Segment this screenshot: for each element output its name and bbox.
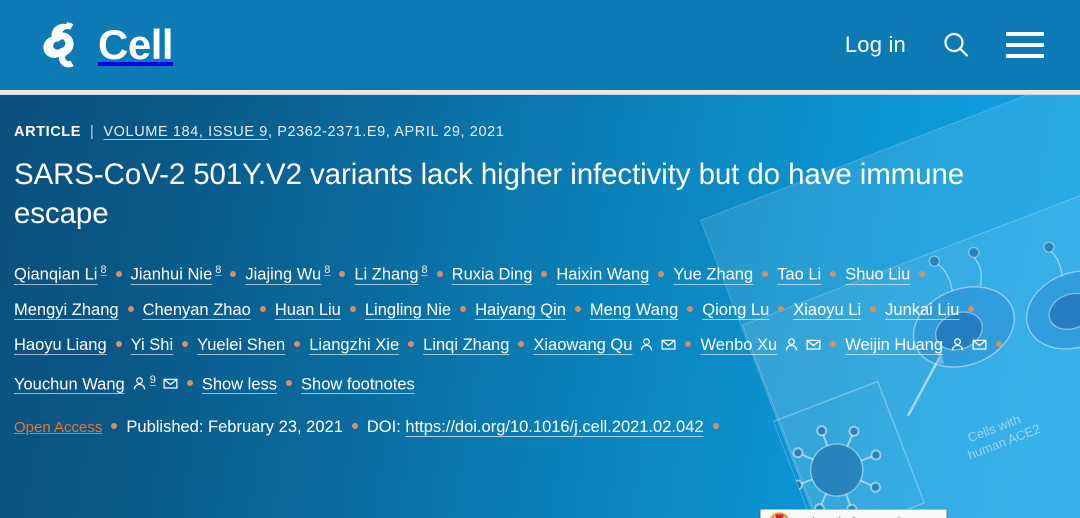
email-icon[interactable]: [661, 337, 676, 352]
author-link[interactable]: Li Zhang: [354, 266, 418, 284]
meta-separator-dot: [111, 423, 118, 429]
show-footnotes-link[interactable]: Show footnotes: [301, 375, 415, 393]
author-link[interactable]: Haixin Wang: [556, 266, 649, 284]
article-hero-content: ARTICLE | VOLUME 184, ISSUE 9 , P2362-23…: [14, 95, 1066, 518]
author-separator-dot: [436, 270, 443, 277]
author-separator-dot: [830, 270, 837, 277]
author-footnote-marker[interactable]: 8: [422, 264, 428, 276]
header-divider: [0, 90, 1080, 95]
author-separator-dot: [294, 340, 301, 347]
author-separator-dot: [286, 380, 293, 387]
author-separator-dot: [919, 270, 926, 277]
hamburger-bars: [1006, 32, 1044, 58]
email-icon[interactable]: [972, 337, 987, 352]
author-link[interactable]: Haoyu Liang: [14, 336, 107, 354]
author-profile-icon[interactable]: [639, 337, 654, 352]
author-separator-dot: [658, 270, 665, 277]
author-profile-icon[interactable]: [132, 376, 147, 391]
author-link[interactable]: Chenyan Zhao: [143, 301, 251, 319]
author-separator-dot: [968, 305, 975, 312]
author-link[interactable]: Liangzhi Xie: [309, 336, 399, 354]
author-profile-icon[interactable]: [950, 337, 965, 352]
breadcrumb-separator: |: [90, 124, 95, 140]
author-separator-dot: [408, 340, 415, 347]
author-separator-dot: [870, 305, 877, 312]
author-separator-dot: [259, 305, 266, 312]
author-separator-dot: [127, 305, 134, 312]
breadcrumb-volume-issue-link[interactable]: VOLUME 184, ISSUE 9: [103, 124, 268, 140]
hamburger-menu-icon[interactable]: [1006, 32, 1044, 58]
doi-link[interactable]: https://doi.org/10.1016/j.cell.2021.02.0…: [405, 418, 703, 437]
author-link[interactable]: Xiaoyu Li: [793, 301, 861, 319]
author-link[interactable]: Xiaowang Qu: [533, 336, 632, 354]
breadcrumb: ARTICLE | VOLUME 184, ISSUE 9 , P2362-23…: [14, 124, 504, 140]
author-separator-dot: [996, 340, 1003, 347]
author-separator-dot: [230, 270, 237, 277]
author-link[interactable]: Junkai Liu: [885, 301, 959, 319]
author-link[interactable]: Qianqian Li: [14, 266, 97, 284]
author-link[interactable]: Yi Shi: [131, 336, 174, 354]
header-actions: Log in: [845, 29, 1044, 61]
show-less-link[interactable]: Show less: [202, 375, 277, 393]
cell-elsevier-logo-icon: [36, 21, 82, 69]
author-link[interactable]: Yuelei Shen: [197, 336, 285, 354]
author-separator-dot: [182, 340, 189, 347]
crossmark-bookmark-icon: [768, 511, 791, 518]
author-separator-dot: [778, 305, 785, 312]
author-link[interactable]: Wenbo Xu: [700, 336, 777, 354]
author-link[interactable]: Jianhui Nie: [131, 266, 213, 284]
meta-separator-dot: [712, 423, 719, 429]
article-hero-banner: Cells with human ACE2 Cells wit In d nor…: [0, 95, 1080, 518]
author-link[interactable]: Meng Wang: [590, 301, 678, 319]
author-separator-dot: [762, 270, 769, 277]
author-link[interactable]: Tao Li: [777, 266, 821, 284]
author-footnote-marker[interactable]: 8: [215, 264, 221, 276]
meta-separator-dot: [351, 423, 358, 429]
author-link[interactable]: Weijin Huang: [845, 336, 943, 354]
page-title: SARS-CoV-2 501Y.V2 variants lack higher …: [14, 158, 965, 231]
author-separator-dot: [574, 305, 581, 312]
article-meta-row: Open Access Published: February 23, 2021…: [14, 418, 728, 437]
login-link[interactable]: Log in: [845, 32, 906, 58]
author-separator-dot: [349, 305, 356, 312]
cell-home-link[interactable]: Cell: [36, 21, 174, 69]
breadcrumb-pages-date: , P2362-2371.E9, APRIL 29, 2021: [267, 124, 505, 140]
author-separator-dot: [460, 305, 467, 312]
author-footnote-marker[interactable]: 8: [100, 264, 106, 276]
author-link[interactable]: Youchun Wang: [14, 375, 125, 393]
author-footnote-marker[interactable]: 8: [324, 264, 330, 276]
author-list: Qianqian Li 8 Jianhui Nie 8 Jiajing Wu 8 Li Zh…: [14, 253, 1034, 402]
author-separator-dot: [685, 340, 692, 347]
search-icon[interactable]: [940, 29, 972, 61]
author-link[interactable]: Haiyang Qin: [475, 301, 566, 319]
author-footnote-marker[interactable]: 9: [150, 374, 156, 386]
author-link[interactable]: Huan Liu: [275, 301, 341, 319]
author-link[interactable]: Linqi Zhang: [423, 336, 509, 354]
brand-name: Cell: [98, 21, 174, 68]
author-separator-dot: [830, 340, 837, 347]
author-link[interactable]: Qiong Lu: [702, 301, 769, 319]
author-profile-icon[interactable]: [784, 337, 799, 352]
author-link[interactable]: Jiajing Wu: [245, 266, 321, 284]
breadcrumb-article-type: ARTICLE: [14, 124, 82, 140]
author-separator-dot: [115, 340, 122, 347]
open-access-badge[interactable]: Open Access: [14, 419, 102, 436]
check-for-updates-button[interactable]: Check for updates: [760, 509, 947, 518]
author-link[interactable]: Lingling Nie: [365, 301, 451, 319]
doi-label: DOI:: [366, 418, 401, 436]
author-separator-dot: [541, 270, 548, 277]
site-header: Cell Log in: [0, 0, 1080, 90]
author-separator-dot: [115, 270, 122, 277]
author-separator-dot: [687, 305, 694, 312]
author-link[interactable]: Yue Zhang: [673, 266, 753, 284]
email-icon[interactable]: [806, 337, 821, 352]
email-icon[interactable]: [163, 376, 178, 391]
author-separator-dot: [339, 270, 346, 277]
author-link[interactable]: Mengyi Zhang: [14, 301, 119, 319]
author-separator-dot: [186, 380, 193, 387]
author-link[interactable]: Ruxia Ding: [452, 266, 533, 284]
author-separator-dot: [518, 340, 525, 347]
published-date: Published: February 23, 2021: [126, 418, 343, 436]
author-link[interactable]: Shuo Liu: [845, 266, 910, 284]
